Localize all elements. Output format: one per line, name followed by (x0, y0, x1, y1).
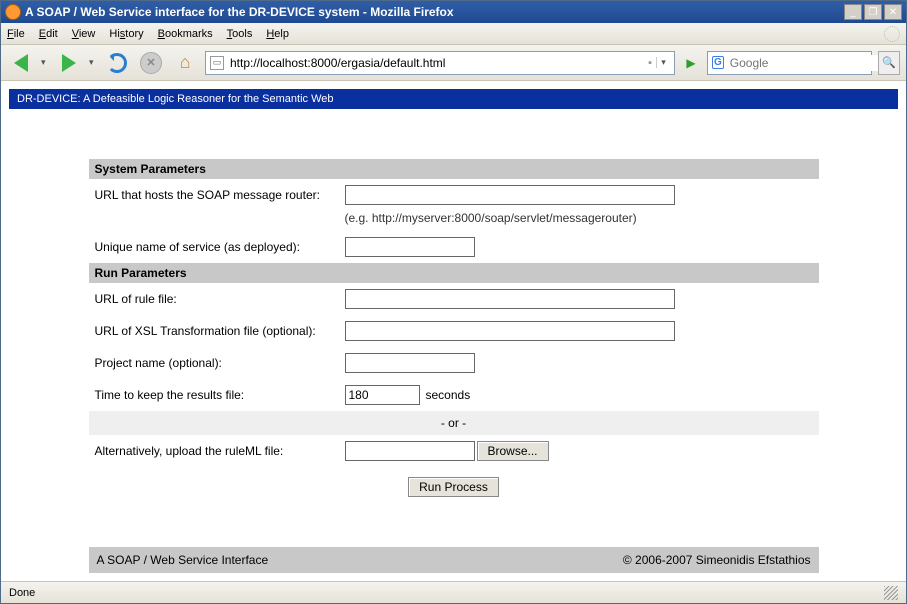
label-xsl-url: URL of XSL Transformation file (optional… (95, 324, 345, 338)
menu-view[interactable]: View (72, 28, 96, 40)
menu-file[interactable]: File (7, 28, 25, 40)
run-process-button[interactable]: Run Process (408, 477, 499, 497)
stop-icon: ✕ (140, 52, 162, 74)
firefox-window: A SOAP / Web Service interface for the D… (0, 0, 907, 604)
section-run-parameters: Run Parameters (89, 263, 819, 283)
activity-indicator-icon (884, 26, 900, 42)
label-project-name: Project name (optional): (95, 356, 345, 370)
or-separator: - or - (89, 411, 819, 435)
stop-button[interactable]: ✕ (137, 49, 165, 77)
search-input[interactable] (728, 55, 887, 71)
page-banner: DR-DEVICE: A Defeasible Logic Reasoner f… (9, 89, 898, 109)
input-xsl-url[interactable] (345, 321, 675, 341)
forward-button[interactable] (55, 49, 83, 77)
input-soap-url[interactable] (345, 185, 675, 205)
label-ttl-unit: seconds (426, 388, 471, 402)
address-bar[interactable]: ▭ ▪ ▾ (205, 51, 675, 75)
input-ttl[interactable] (345, 385, 420, 405)
menu-help[interactable]: Help (266, 28, 289, 40)
minimize-button[interactable]: _ (844, 4, 862, 20)
arrow-left-icon (14, 54, 28, 72)
footer-left: A SOAP / Web Service Interface (97, 553, 269, 567)
magnifier-icon: 🔍 (882, 56, 896, 69)
back-button[interactable] (7, 49, 35, 77)
label-rule-url: URL of rule file: (95, 292, 345, 306)
go-button[interactable]: ▶ (681, 56, 701, 70)
status-text: Done (9, 587, 35, 599)
input-rule-url[interactable] (345, 289, 675, 309)
arrow-right-icon (62, 54, 76, 72)
section-system-parameters: System Parameters (89, 159, 819, 179)
page-icon: ▭ (210, 56, 224, 70)
menubar: File Edit View History Bookmarks Tools H… (1, 23, 906, 45)
menu-edit[interactable]: Edit (39, 28, 58, 40)
input-service-name[interactable] (345, 237, 475, 257)
menu-history[interactable]: History (109, 28, 143, 40)
browse-button[interactable]: Browse... (477, 441, 549, 461)
home-icon: ⌂ (180, 52, 191, 73)
label-upload: Alternatively, upload the ruleML file: (95, 444, 345, 458)
resize-grip-icon[interactable] (884, 586, 898, 600)
reload-button[interactable] (103, 49, 131, 77)
titlebar: A SOAP / Web Service interface for the D… (1, 1, 906, 23)
menu-bookmarks[interactable]: Bookmarks (158, 28, 213, 40)
search-box[interactable]: G (707, 51, 872, 75)
hint-soap-url: (e.g. http://myserver:8000/soap/servlet/… (89, 211, 819, 231)
input-project-name[interactable] (345, 353, 475, 373)
firefox-icon (5, 4, 21, 20)
menu-tools[interactable]: Tools (227, 28, 253, 40)
page-footer: A SOAP / Web Service Interface © 2006-20… (89, 547, 819, 573)
label-ttl: Time to keep the results file: (95, 388, 345, 402)
window-title: A SOAP / Web Service interface for the D… (25, 5, 844, 19)
back-history-dropdown[interactable]: ▾ (41, 57, 49, 68)
footer-right: © 2006-2007 Simeonidis Efstathios (623, 553, 811, 567)
google-icon: G (712, 56, 724, 69)
restore-button[interactable]: ❐ (864, 4, 882, 20)
url-dropdown[interactable]: ▾ (656, 57, 670, 68)
reload-icon (107, 53, 127, 73)
home-button[interactable]: ⌂ (171, 49, 199, 77)
page-content: DR-DEVICE: A Defeasible Logic Reasoner f… (1, 81, 906, 581)
url-input[interactable] (228, 55, 644, 71)
label-soap-url: URL that hosts the SOAP message router: (95, 188, 345, 202)
feed-icon: ▪ (648, 57, 652, 69)
navigation-toolbar: ▾ ▾ ✕ ⌂ ▭ ▪ ▾ ▶ G 🔍 (1, 45, 906, 81)
statusbar: Done (1, 581, 906, 603)
forward-history-dropdown[interactable]: ▾ (89, 57, 97, 68)
form-container: System Parameters URL that hosts the SOA… (89, 159, 819, 573)
label-service-name: Unique name of service (as deployed): (95, 240, 345, 254)
close-button[interactable]: ✕ (884, 4, 902, 20)
input-upload-path[interactable] (345, 441, 475, 461)
search-button[interactable]: 🔍 (878, 51, 900, 75)
